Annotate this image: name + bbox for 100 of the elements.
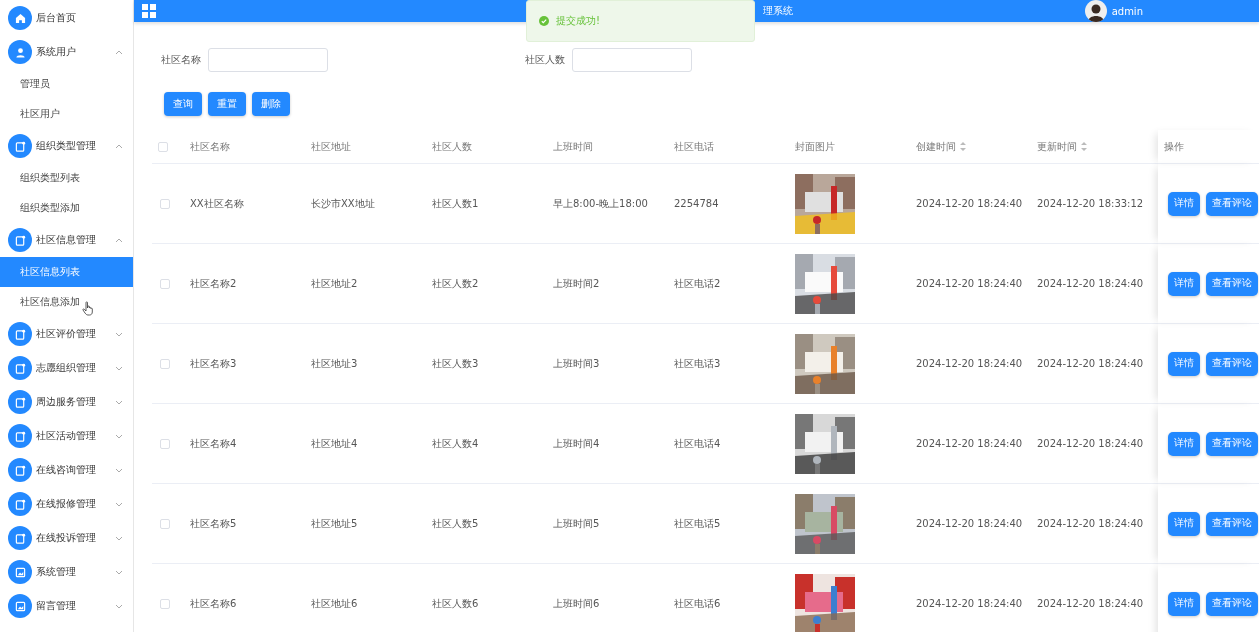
table-cell: 2024-12-20 18:24:40 [1037, 598, 1144, 609]
row-checkbox[interactable] [160, 438, 170, 449]
note-icon [14, 362, 26, 374]
column-header: 封面图片 [795, 139, 835, 154]
row-checkbox[interactable] [160, 198, 170, 209]
column-header: 创建时间 [916, 139, 956, 154]
sort-icon[interactable] [1081, 142, 1087, 151]
table-cell: 社区地址4 [311, 436, 358, 451]
table-cell: 社区地址2 [311, 276, 358, 291]
sort-icon[interactable] [960, 142, 966, 151]
column-header: 社区电话 [674, 139, 714, 154]
table-cell: 早上8:00-晚上18:00 [553, 196, 648, 211]
menu-item[interactable]: 系统管理 [0, 555, 133, 589]
table-cell: 2024-12-20 18:24:40 [1037, 278, 1144, 289]
row-checkbox[interactable] [160, 278, 170, 289]
table-cell: 社区电话2 [674, 276, 721, 291]
table-cell: 上班时间5 [553, 516, 600, 531]
table-cell: 社区人数5 [432, 516, 479, 531]
caret-icon [115, 49, 123, 55]
menu-item[interactable]: 社区评价管理 [0, 317, 133, 351]
table-cell: 2024-12-20 18:24:40 [916, 358, 1023, 369]
table-cell: 上班时间3 [553, 356, 600, 371]
grid-menu-icon[interactable] [142, 4, 156, 18]
home-icon [14, 12, 26, 24]
image-icon [14, 600, 26, 612]
table-cell: 上班时间4 [553, 436, 600, 451]
table-cell: 社区人数1 [432, 196, 479, 211]
note-icon [14, 234, 26, 246]
table-cell: 2024-12-20 18:33:12 [1037, 198, 1144, 209]
caret-icon [115, 365, 123, 371]
menu-item[interactable]: 在线投诉管理 [0, 521, 133, 555]
table-cell: 2024-12-20 18:24:40 [1037, 518, 1144, 529]
caret-icon [115, 535, 123, 541]
table-cell: 社区人数6 [432, 596, 479, 611]
user-icon [14, 46, 26, 58]
menu-item[interactable]: 在线报修管理 [0, 487, 133, 521]
note-icon [14, 532, 26, 544]
column-header: 上班时间 [553, 139, 593, 154]
table-cell: 社区人数3 [432, 356, 479, 371]
field-label: 社区人数 [525, 53, 565, 67]
note-icon [14, 328, 26, 340]
menu-item[interactable]: 社区活动管理 [0, 419, 133, 453]
submenu-item[interactable]: 管理员 [0, 69, 133, 99]
table-cell: 社区名称4 [190, 436, 237, 451]
note-icon [14, 140, 26, 152]
note-icon [14, 430, 26, 442]
caret-icon [115, 501, 123, 507]
table-cell: 社区名称2 [190, 276, 237, 291]
menu-item[interactable]: 社区信息管理 [0, 223, 133, 257]
submenu-item[interactable]: 组织类型添加 [0, 193, 133, 223]
table-cell: 社区名称5 [190, 516, 237, 531]
submenu-item[interactable]: 社区信息添加 [0, 287, 133, 317]
menu-item[interactable]: 后台首页 [0, 1, 133, 35]
menu-item[interactable]: 留言管理 [0, 589, 133, 623]
table-cell: 社区地址5 [311, 516, 358, 531]
menu-item[interactable]: 系统用户 [0, 35, 133, 69]
avatar[interactable] [1084, 0, 1107, 22]
menu-item[interactable]: 志愿组织管理 [0, 351, 133, 385]
table-cell: 社区电话4 [674, 436, 721, 451]
select-all-checkbox[interactable] [158, 141, 168, 152]
row-checkbox[interactable] [160, 358, 170, 369]
image-icon [14, 566, 26, 578]
table-cell: 社区名称3 [190, 356, 237, 371]
table-cell: 社区人数4 [432, 436, 479, 451]
table-cell: 社区地址3 [311, 356, 358, 371]
table-cell: XX社区名称 [190, 196, 244, 211]
row-checkbox[interactable] [160, 518, 170, 529]
table-cell: 2024-12-20 18:24:40 [916, 598, 1023, 609]
submenu-item[interactable]: 社区用户 [0, 99, 133, 129]
table-cell: 社区人数2 [432, 276, 479, 291]
note-icon [14, 498, 26, 510]
table-cell: 社区名称6 [190, 596, 237, 611]
row-checkbox[interactable] [160, 598, 170, 609]
table-cell: 社区电话3 [674, 356, 721, 371]
table-cell: 2024-12-20 18:24:40 [1037, 438, 1144, 449]
caret-icon [115, 399, 123, 405]
column-header: 社区名称 [190, 139, 230, 154]
caret-icon [115, 143, 123, 149]
toast-message: 提交成功! [556, 14, 600, 28]
note-icon [14, 396, 26, 408]
note-icon [14, 464, 26, 476]
menu-item[interactable]: 周边服务管理 [0, 385, 133, 419]
table-cell: 上班时间6 [553, 596, 600, 611]
caret-icon [115, 433, 123, 439]
check-circle-icon [539, 16, 549, 26]
caret-icon [115, 569, 123, 575]
table-cell: 长沙市XX地址 [311, 196, 375, 211]
submenu-item[interactable]: 组织类型列表 [0, 163, 133, 193]
menu-item[interactable]: 组织类型管理 [0, 129, 133, 163]
search-field[interactable] [208, 48, 328, 72]
table-cell: 2024-12-20 18:24:40 [916, 198, 1023, 209]
search-field[interactable] [572, 48, 692, 72]
column-header: 操作 [1164, 139, 1184, 154]
table-cell: 社区地址6 [311, 596, 358, 611]
column-header: 更新时间 [1037, 139, 1077, 154]
caret-icon [115, 331, 123, 337]
table-cell: 社区电话5 [674, 516, 721, 531]
menu-item[interactable]: 在线咨询管理 [0, 453, 133, 487]
table-cell: 社区电话6 [674, 596, 721, 611]
table-cell: 2024-12-20 18:24:40 [1037, 358, 1144, 369]
